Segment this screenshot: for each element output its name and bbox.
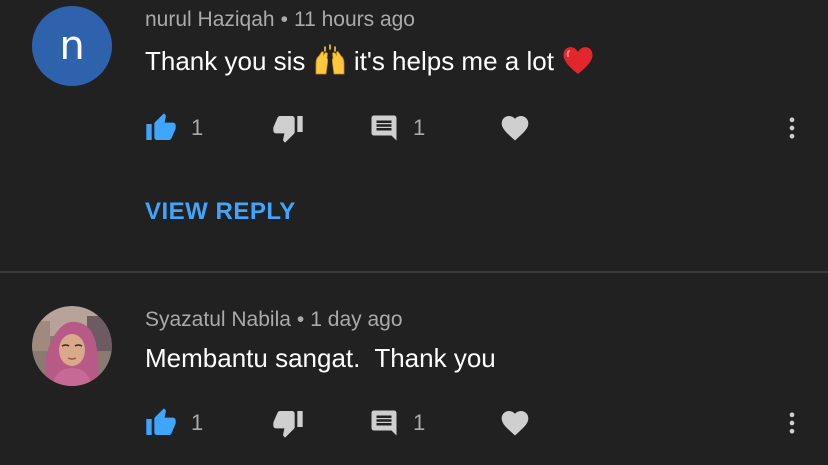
author-name[interactable]: Syazatul Nabila [145,308,291,331]
more-options-button[interactable] [778,108,806,148]
comment-text: Membantu sangat. Thank you [145,343,496,373]
like-button[interactable]: 1 [145,108,203,148]
like-count: 1 [191,115,204,140]
meta-separator: • [280,8,288,31]
reply-button[interactable]: 1 [369,403,425,443]
like-button[interactable]: 1 [145,403,203,443]
thumbs-up-icon [145,407,177,439]
more-vert-icon [778,407,806,439]
reply-count: 1 [413,410,426,435]
comment-reply-icon [369,113,399,143]
more-vert-icon [778,112,806,144]
comment-meta: nurul Haziqah • 11 hours ago [145,8,415,32]
reply-button[interactable]: 1 [369,108,425,148]
more-options-button[interactable] [778,403,806,443]
heart-icon [499,407,531,439]
avatar[interactable] [32,306,112,386]
author-name[interactable]: nurul Haziqah [145,8,275,31]
raising-hands-icon [313,44,347,83]
comment-actions: 1 1 [0,403,828,443]
dislike-button[interactable] [272,403,304,443]
view-reply-button[interactable]: VIEW REPLY [145,198,296,226]
avatar-letter: n [59,23,85,69]
avatar-image [32,306,112,386]
comment-item: Syazatul Nabila • 1 day ago Membantu sanga… [0,273,828,465]
reply-count: 1 [413,115,426,140]
red-heart-icon [561,44,595,83]
comments-page: n nurul Haziqah • 11 hours ago Thank you s… [0,0,828,465]
thumbs-up-icon [145,112,177,144]
avatar[interactable]: n [32,6,112,86]
heart-button[interactable] [499,403,531,443]
thumbs-down-icon [272,112,304,144]
comment-time[interactable]: 11 hours ago [294,8,415,31]
dislike-button[interactable] [272,108,304,148]
meta-separator: • [296,308,305,331]
comment-text-part: it's helps me a lot [346,46,562,76]
comment-time[interactable]: 1 day ago [310,308,402,331]
comment-text: Thank you sis it's helps me a lot [145,44,595,83]
comment-meta: Syazatul Nabila • 1 day ago [145,308,403,332]
comment-reply-icon [369,408,399,438]
comment-item: n nurul Haziqah • 11 hours ago Thank you s… [0,0,828,272]
thumbs-down-icon [272,407,304,439]
comment-actions: 1 1 [0,108,828,148]
comment-text-part: Thank you sis [145,46,313,76]
heart-icon [499,112,531,144]
heart-button[interactable] [499,108,531,148]
like-count: 1 [191,410,204,435]
